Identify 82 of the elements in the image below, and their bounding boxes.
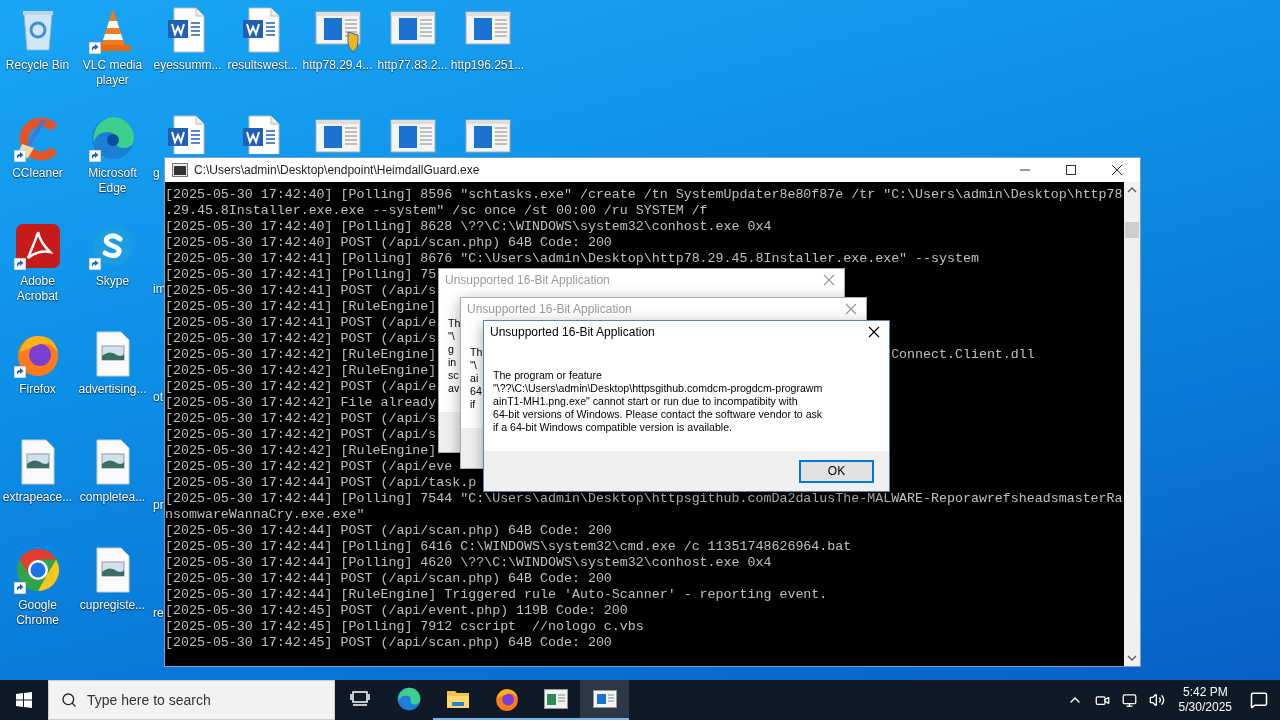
- console-line: [2025-05-30 17:42:42] POST (/api/s: [165, 427, 437, 443]
- console-line: [2025-05-30 17:42:41] [Polling] 8676 "C:\Users\admin\Desktop\http78.29.45.8Installer.exe.exe" --system: [165, 251, 979, 267]
- search-box[interactable]: Type here to search: [48, 680, 335, 720]
- console-line: [2025-05-30 17:42:45] POST (/api/event.php) 119B Code: 200: [165, 603, 628, 619]
- console-line: [2025-05-30 17:42:45] POST (/api/scan.php) 64B Code: 200: [165, 635, 612, 651]
- clock-time[interactable]: 5:42 PM: [1182, 685, 1228, 700]
- icon-label: VLC media player: [81, 58, 144, 88]
- console-line: [2025-05-30 17:42:44] POST (/api/scan.php) 64B Code: 200: [165, 523, 612, 539]
- icon-label: re: [153, 606, 164, 621]
- clock-date[interactable]: 5/30/2025: [1178, 700, 1232, 715]
- dialog-title: Unsupported 16-Bit Application: [467, 302, 633, 316]
- icon-label: Google Chrome: [15, 598, 60, 628]
- icon-label: Adobe Acrobat: [15, 274, 60, 304]
- icon-label: Microsoft Edge: [87, 166, 138, 196]
- console-line: [2025-05-30 17:42:42] POST (/api/s: [165, 411, 437, 427]
- icon-label: cupregiste...: [78, 598, 147, 613]
- console-line: [2025-05-30 17:42:41] POST (/api/s: [165, 283, 437, 299]
- console-line: [2025-05-30 17:42:40] [Polling] 8596 "schtasks.exe" /create /tn SystemUpdater8e80f87e /tr "C:\Users\admin\Desktop\http78: [165, 187, 1123, 203]
- console-line: [2025-05-30 17:42:42] [RuleEngine]: [165, 347, 437, 363]
- console-line: [2025-05-30 17:42:41] [Polling] 75: [165, 267, 437, 283]
- console-line: [2025-05-30 17:42:44] POST (/api/scan.php) 64B Code: 200: [165, 571, 612, 587]
- console-line: [2025-05-30 17:42:40] POST (/api/scan.php) 64B Code: 200: [165, 235, 612, 251]
- console-line: nsomwareWannaCry.exe.exe": [165, 507, 365, 523]
- icon-label: Skype: [94, 274, 131, 289]
- monitor-icon[interactable]: [1121, 692, 1137, 708]
- icon-label: ot: [153, 390, 163, 405]
- console-line: [2025-05-30 17:42:42] [RuleEngine]: [165, 363, 437, 379]
- console-line: [2025-05-30 17:42:41] [RuleEngine]: [165, 299, 437, 315]
- icon-label: extrapeace...: [1, 490, 74, 505]
- fox-globe-icon: [493, 686, 520, 712]
- dialog-title: Unsupported 16-Bit Application: [490, 325, 656, 339]
- app-window-icon: [543, 689, 568, 709]
- icon-label: pr: [153, 498, 164, 513]
- icon-label: completea...: [78, 490, 147, 505]
- icon-label: CCleaner: [11, 166, 64, 181]
- console-line: [2025-05-30 17:42:42] File already: [165, 395, 437, 411]
- console-line: [2025-05-30 17:42:42] POST (/api/e: [165, 379, 437, 395]
- console-line: [2025-05-30 17:42:44] [Polling] 4620 \??\C:\WINDOWS\system32\conhost.exe 0x4: [165, 555, 772, 571]
- search-icon: [61, 692, 77, 708]
- console-line: [2025-05-30 17:42:45] [Polling] 7912 cscript //nologo c.vbs: [165, 619, 644, 635]
- dialog-title: Unsupported 16-Bit Application: [445, 273, 611, 287]
- console-line: Connect.Client.dll: [891, 347, 1035, 363]
- icon-label: resultswest...: [226, 58, 299, 73]
- console-line: [2025-05-30 17:42:42] POST (/api/eve: [165, 459, 453, 475]
- icon-label: http77.83.2...: [376, 58, 449, 73]
- icon-label: Recycle Bin: [4, 58, 71, 73]
- console-line: [2025-05-30 17:42:42] [RuleEngine]: [165, 443, 437, 459]
- icon-label: eyessumm...: [152, 58, 223, 73]
- maximize-icon[interactable]: [1066, 165, 1076, 175]
- console-line: [2025-05-30 17:42:42] POST (/api/s: [165, 331, 437, 347]
- console-line: [2025-05-30 17:42:40] [Polling] 8628 \??\C:\WINDOWS\system32\conhost.exe 0x4: [165, 219, 772, 235]
- console-icon: [172, 163, 188, 177]
- windows-logo-icon[interactable]: [16, 692, 32, 708]
- scroll-thumb[interactable]: [1125, 222, 1139, 238]
- notification-icon[interactable]: [1250, 691, 1268, 709]
- program-window-icon: [592, 690, 617, 708]
- close-icon[interactable]: [868, 326, 880, 338]
- console-line: [2025-05-30 17:42:44] [Polling] 6416 C:\WINDOWS\system32\cmd.exe /c 11351748626964.bat: [165, 539, 852, 555]
- icon-label: advertising...: [77, 382, 148, 397]
- pdf-reader-icon[interactable]: [13, 222, 62, 270]
- speaker-icon[interactable]: [1148, 692, 1165, 708]
- dialog-message: The program or feature "\??\C:\Users\admin\Desktop\httpsgithub.comdcm-progdcm-prograwm ainT1-MH1.png.exe" cannot start or run due to incompatibity with 64-bit versions of Windows. Please contact the software vendor to ask if a 64-bit Windows compatible version is available.: [493, 369, 823, 434]
- console-line: [2025-05-30 17:42:44] [Polling] 7544 "C:\Users\admin\Desktop\httpsgithub.comDa2dalusThe-MALWARE-ReporawrefsheadsmasterRa: [165, 491, 1123, 507]
- taskbar-button[interactable]: [580, 680, 629, 720]
- close-icon[interactable]: [1112, 165, 1122, 175]
- task-view-icon: [349, 689, 370, 709]
- dialog-message: Th "\ ai 64 if: [470, 346, 483, 411]
- window-title: C:\Users\admin\Desktop\endpoint\HeimdallGuard.exe: [194, 163, 481, 177]
- icon-label: http196.251...: [450, 58, 525, 73]
- search-field[interactable]: Type here to search: [87, 692, 327, 708]
- browser-swirl-icon: [395, 686, 422, 712]
- console-line: [2025-05-30 17:42:41] POST (/api/e: [165, 315, 437, 331]
- icon-label: http78.29.4...: [301, 58, 374, 73]
- icon-label: g: [153, 166, 160, 181]
- console-line: [2025-05-30 17:42:44] POST (/api/task.p: [165, 475, 477, 491]
- console-line: [2025-05-30 17:42:44] [RuleEngine] Triggered rule 'Auto-Scanner' - reporting event.: [165, 587, 828, 603]
- folder-icon: [445, 688, 470, 710]
- ok-button[interactable]: OK: [799, 459, 874, 483]
- dialog-message: Th "\ g in sc av: [448, 317, 461, 395]
- icon-label: Firefox: [18, 382, 57, 397]
- console-line: .29.45.8Installer.exe.exe --system" /sc once /st 00:00 /ru SYSTEM /f: [165, 203, 708, 219]
- scrollbar[interactable]: [1124, 182, 1140, 666]
